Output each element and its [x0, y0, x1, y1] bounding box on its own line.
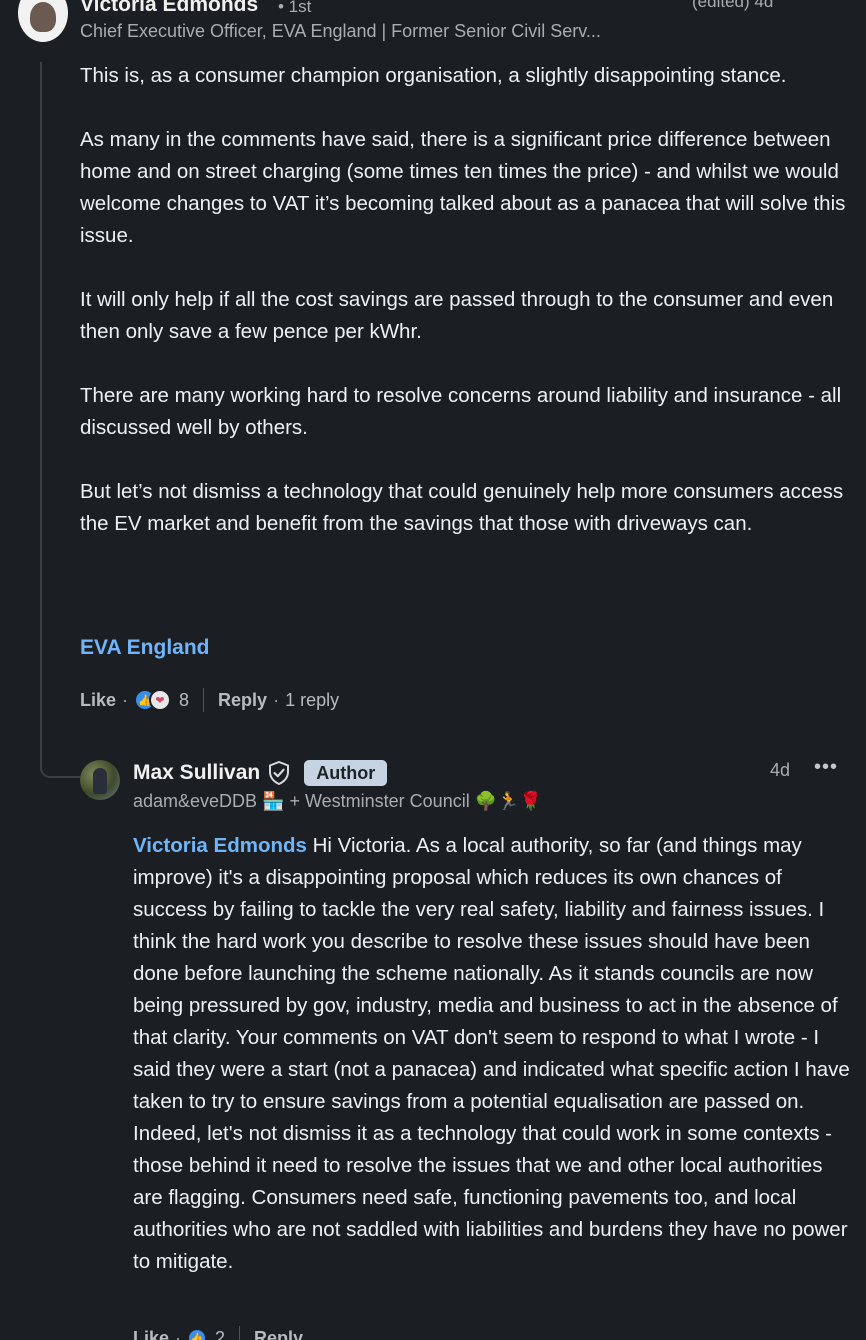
- comment-paragraph: But let’s not dismiss a technology that …: [80, 480, 844, 535]
- author-headline: Chief Executive Officer, EVA England | F…: [80, 21, 601, 41]
- comment-timestamp: (edited) 4d: [692, 0, 774, 11]
- separator-dot: ·: [122, 689, 129, 710]
- divider: [203, 688, 205, 712]
- reactions-summary[interactable]: 👍: [187, 1328, 208, 1340]
- comment-thread: Victoria Edmonds • 1st (edited) 4d ••• C…: [0, 0, 866, 1340]
- verified-shield-icon: [269, 761, 290, 785]
- avatar[interactable]: [18, 0, 68, 42]
- comment-author-name[interactable]: Victoria Edmonds: [80, 0, 258, 17]
- avatar[interactable]: [80, 760, 120, 800]
- reply-button[interactable]: Reply: [254, 1328, 303, 1340]
- comment-paragraph: It will only help if all the cost saving…: [80, 288, 834, 343]
- love-reaction-icon: ❤: [149, 689, 172, 711]
- comment-paragraph: This is, as a consumer champion organisa…: [80, 64, 787, 87]
- reply-text: Hi Victoria. As a local authority, so fa…: [133, 834, 850, 1273]
- reply-author-name[interactable]: Max Sullivan: [133, 761, 260, 785]
- reaction-count[interactable]: 8: [179, 690, 189, 711]
- comment-paragraph: As many in the comments have said, there…: [80, 128, 846, 247]
- reply-button[interactable]: Reply: [218, 690, 267, 711]
- reply-timestamp: 4d: [770, 760, 791, 780]
- person-mention-link[interactable]: Victoria Edmonds: [133, 834, 307, 857]
- comment-paragraph: There are many working hard to resolve c…: [80, 384, 842, 439]
- like-button[interactable]: Like: [80, 690, 116, 711]
- reaction-count[interactable]: 2: [215, 1328, 225, 1340]
- separator-dot: ·: [175, 1327, 182, 1340]
- more-options-icon[interactable]: •••: [814, 756, 838, 779]
- reply-author-row: Max Sullivan Author: [133, 760, 388, 786]
- like-reaction-icon: 👍: [187, 1328, 208, 1340]
- replies-count-link[interactable]: 1 reply: [285, 690, 339, 711]
- like-button[interactable]: Like: [133, 1328, 169, 1340]
- thread-connector-line: [40, 62, 42, 770]
- company-mention-link[interactable]: EVA England: [80, 636, 210, 660]
- thread-connector-elbow: [40, 730, 80, 778]
- more-options-icon[interactable]: •••: [814, 0, 838, 9]
- reply-actions: Like · 👍 2 Reply: [133, 1324, 303, 1340]
- reactions-summary[interactable]: 👍 ❤: [134, 689, 172, 711]
- connection-degree: • 1st: [278, 0, 312, 16]
- comment-actions: Like · 👍 ❤ 8 Reply · 1 reply: [80, 686, 339, 714]
- separator-dot: ·: [273, 689, 280, 710]
- author-badge: Author: [304, 760, 388, 786]
- comment-body: This is, as a consumer champion organisa…: [80, 60, 850, 572]
- divider: [239, 1326, 241, 1340]
- reply-author-headline: adam&eveDDB 🏪 + Westminster Council 🌳🏃🌹: [133, 791, 542, 811]
- reply-body: Victoria Edmonds Hi Victoria. As a local…: [133, 830, 851, 1278]
